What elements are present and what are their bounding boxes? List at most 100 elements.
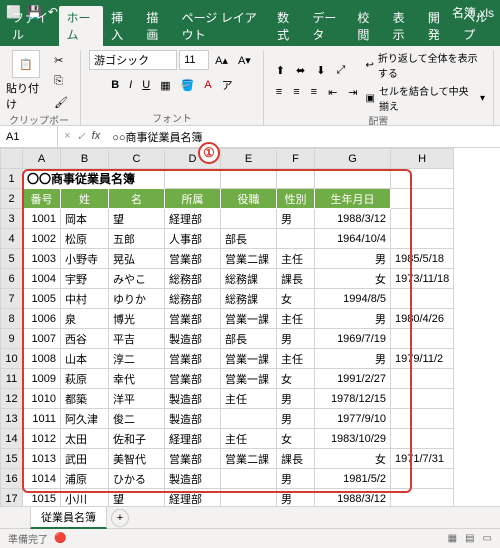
- col-header-E[interactable]: E: [221, 149, 277, 169]
- cell[interactable]: [391, 289, 454, 309]
- decrease-font-icon[interactable]: A▾: [234, 51, 255, 70]
- cell[interactable]: 女: [315, 269, 391, 289]
- tab-data[interactable]: データ: [304, 6, 349, 46]
- cell[interactable]: 幸代: [109, 369, 165, 389]
- sheet-tab[interactable]: 従業員名簿: [30, 506, 107, 529]
- cell[interactable]: 男: [277, 489, 315, 507]
- cell[interactable]: 1977/9/10: [315, 409, 391, 429]
- cell[interactable]: [221, 209, 277, 229]
- cell[interactable]: 営業部: [165, 449, 221, 469]
- align-center-icon[interactable]: ≡: [289, 83, 303, 102]
- tab-insert[interactable]: 挿入: [103, 6, 138, 46]
- cell[interactable]: 製造部: [165, 469, 221, 489]
- cell[interactable]: 1008: [23, 349, 61, 369]
- cell[interactable]: [277, 229, 315, 249]
- cell[interactable]: 総務部: [165, 289, 221, 309]
- align-left-icon[interactable]: ≡: [272, 83, 286, 102]
- row-header[interactable]: 8: [1, 309, 23, 329]
- table-header[interactable]: 役職: [221, 189, 277, 209]
- cell[interactable]: 部長: [221, 229, 277, 249]
- cell[interactable]: 浦原: [61, 469, 109, 489]
- cell[interactable]: 営業二課: [221, 449, 277, 469]
- cell[interactable]: 営業一課: [221, 369, 277, 389]
- cell[interactable]: 1969/7/19: [315, 329, 391, 349]
- cell[interactable]: 1971/7/31: [391, 449, 454, 469]
- cell[interactable]: 1978/12/15: [315, 389, 391, 409]
- cell[interactable]: 太田: [61, 429, 109, 449]
- table-header[interactable]: 性別: [277, 189, 315, 209]
- cell[interactable]: 中村: [61, 289, 109, 309]
- cell[interactable]: 営業部: [165, 369, 221, 389]
- cell[interactable]: 主任: [221, 389, 277, 409]
- tab-draw[interactable]: 描画: [138, 6, 173, 46]
- cell[interactable]: 1004: [23, 269, 61, 289]
- table-header[interactable]: 番号: [23, 189, 61, 209]
- cell[interactable]: 経理部: [165, 429, 221, 449]
- cell[interactable]: 博光: [109, 309, 165, 329]
- border-button[interactable]: ▦: [156, 76, 174, 95]
- col-header-C[interactable]: C: [109, 149, 165, 169]
- tab-home[interactable]: ホーム: [59, 6, 104, 46]
- enter-icon[interactable]: ✓: [76, 130, 85, 143]
- tab-view[interactable]: 表示: [385, 6, 420, 46]
- cell[interactable]: 1985/5/18: [391, 249, 454, 269]
- wrap-text-button[interactable]: ↩折り返して全体を表示する: [366, 50, 486, 80]
- cell[interactable]: ゆりか: [109, 289, 165, 309]
- row-header[interactable]: 11: [1, 369, 23, 389]
- cell[interactable]: 男: [277, 209, 315, 229]
- copy-icon[interactable]: ⎘: [50, 72, 72, 91]
- cell[interactable]: 1010: [23, 389, 61, 409]
- fx-icon[interactable]: fx: [92, 130, 101, 143]
- row-header[interactable]: 5: [1, 249, 23, 269]
- tab-file[interactable]: ファイル: [4, 6, 59, 46]
- row-header[interactable]: 14: [1, 429, 23, 449]
- cell[interactable]: 美智代: [109, 449, 165, 469]
- cell[interactable]: 萩原: [61, 369, 109, 389]
- cell[interactable]: 洋平: [109, 389, 165, 409]
- phonetic-button[interactable]: ア: [218, 74, 237, 96]
- table-header[interactable]: 姓: [61, 189, 109, 209]
- cell[interactable]: [391, 489, 454, 507]
- cell[interactable]: [391, 329, 454, 349]
- cell[interactable]: 1981/5/2: [315, 469, 391, 489]
- cell[interactable]: 1014: [23, 469, 61, 489]
- cell[interactable]: [391, 389, 454, 409]
- cell[interactable]: 男: [277, 409, 315, 429]
- row-header[interactable]: 16: [1, 469, 23, 489]
- cell[interactable]: 人事部: [165, 229, 221, 249]
- cell[interactable]: [391, 229, 454, 249]
- cell[interactable]: 男: [277, 469, 315, 489]
- view-normal-icon[interactable]: ▦: [448, 533, 457, 544]
- cell[interactable]: 西谷: [61, 329, 109, 349]
- cell[interactable]: 1988/3/12: [315, 489, 391, 507]
- cell[interactable]: [391, 369, 454, 389]
- cell[interactable]: 1002: [23, 229, 61, 249]
- col-header-A[interactable]: A: [23, 149, 61, 169]
- row-header[interactable]: 17: [1, 489, 23, 507]
- table-header[interactable]: 名: [109, 189, 165, 209]
- cell[interactable]: 都築: [61, 389, 109, 409]
- cell[interactable]: 総務課: [221, 289, 277, 309]
- worksheet-grid[interactable]: ABCDEFGH1〇〇商事従業員名簿2番号姓名所属役職性別生年月日31001岡本…: [0, 148, 500, 506]
- tab-developer[interactable]: 開発: [420, 6, 455, 46]
- cell[interactable]: 晃弘: [109, 249, 165, 269]
- cell[interactable]: 営業部: [165, 349, 221, 369]
- format-painter-icon[interactable]: 🖌: [50, 93, 72, 112]
- cell[interactable]: [391, 209, 454, 229]
- font-color-button[interactable]: A: [200, 76, 215, 94]
- col-header-F[interactable]: F: [277, 149, 315, 169]
- row-header[interactable]: 12: [1, 389, 23, 409]
- add-sheet-button[interactable]: +: [111, 509, 129, 527]
- cell[interactable]: 主任: [221, 429, 277, 449]
- cell[interactable]: 1988/3/12: [315, 209, 391, 229]
- cell[interactable]: [391, 469, 454, 489]
- formula-input[interactable]: ○○商事従業員名簿: [106, 129, 500, 145]
- cell[interactable]: 阿久津: [61, 409, 109, 429]
- row-header[interactable]: 13: [1, 409, 23, 429]
- cell[interactable]: 1003: [23, 249, 61, 269]
- orientation-icon[interactable]: ⤢: [332, 61, 349, 80]
- italic-button[interactable]: I: [125, 76, 136, 94]
- name-box[interactable]: A1: [0, 126, 58, 147]
- cancel-icon[interactable]: ×: [64, 130, 70, 143]
- cell[interactable]: 1015: [23, 489, 61, 507]
